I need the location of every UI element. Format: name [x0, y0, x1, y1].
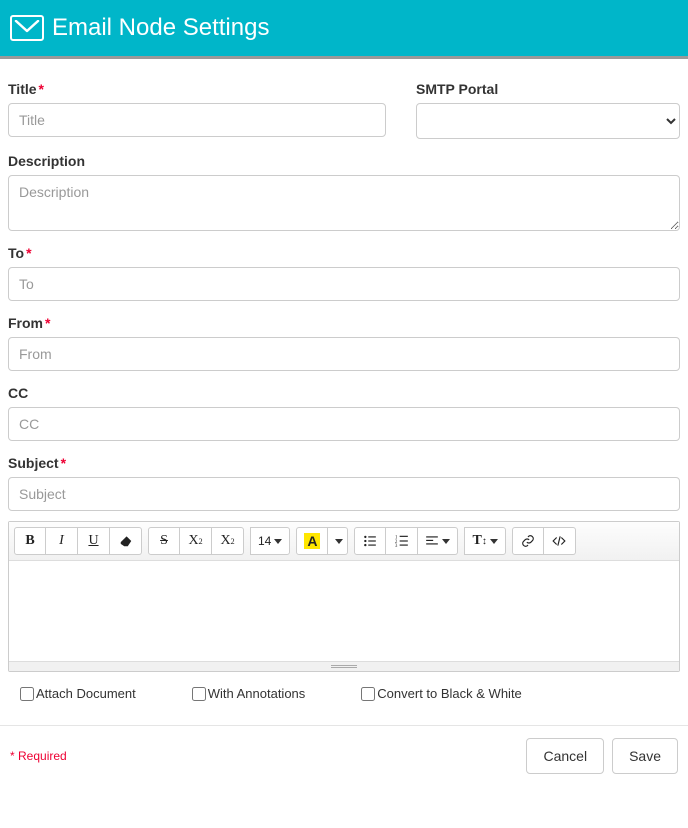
align-dropdown[interactable] [418, 527, 458, 555]
cc-label: CC [8, 385, 680, 401]
chevron-down-icon [274, 539, 282, 544]
dialog-header: Email Node Settings [0, 0, 688, 59]
fontcolor-button[interactable]: A [296, 527, 328, 555]
field-cc: CC [8, 385, 680, 441]
editor-resize-handle[interactable] [9, 661, 679, 671]
dialog-footer: * Required Cancel Save [0, 725, 688, 784]
smtp-select[interactable] [416, 103, 680, 139]
check-convert-bw[interactable]: Convert to Black & White [361, 686, 522, 701]
email-icon [10, 15, 44, 41]
subject-label: Subject* [8, 455, 680, 471]
field-to: To* [8, 245, 680, 301]
link-button[interactable] [512, 527, 544, 555]
attach-document-checkbox[interactable] [20, 687, 34, 701]
description-label: Description [8, 153, 680, 169]
attach-document-label: Attach Document [36, 686, 136, 701]
title-input[interactable] [8, 103, 386, 137]
cancel-button[interactable]: Cancel [526, 738, 604, 774]
field-from: From* [8, 315, 680, 371]
from-label: From* [8, 315, 680, 331]
field-title: Title* [8, 81, 386, 139]
superscript-button[interactable]: X2 [180, 527, 212, 555]
checkbox-row: Attach Document With Annotations Convert… [8, 672, 680, 715]
chevron-down-icon [335, 539, 343, 544]
field-smtp: SMTP Portal [416, 81, 680, 139]
with-annotations-label: With Annotations [208, 686, 306, 701]
subscript-button[interactable]: X2 [212, 527, 244, 555]
numbered-list-button[interactable]: 123 [386, 527, 418, 555]
to-label: To* [8, 245, 680, 261]
save-button[interactable]: Save [612, 738, 678, 774]
required-note: * Required [10, 749, 67, 763]
to-input[interactable] [8, 267, 680, 301]
field-description: Description [8, 153, 680, 231]
align-left-icon [425, 534, 439, 548]
title-label: Title* [8, 81, 386, 97]
bullet-list-button[interactable] [354, 527, 386, 555]
description-input[interactable] [8, 175, 680, 231]
convert-bw-label: Convert to Black & White [377, 686, 522, 701]
subject-input[interactable] [8, 477, 680, 511]
eraser-icon [119, 534, 133, 548]
fontcolor-dropdown[interactable] [328, 527, 348, 555]
codeview-button[interactable] [544, 527, 576, 555]
italic-button[interactable]: I [46, 527, 78, 555]
from-input[interactable] [8, 337, 680, 371]
bullet-list-icon [363, 534, 377, 548]
svg-text:3: 3 [395, 544, 398, 548]
bold-button[interactable]: B [14, 527, 46, 555]
convert-bw-checkbox[interactable] [361, 687, 375, 701]
required-star: * [61, 455, 66, 471]
check-attach-document[interactable]: Attach Document [20, 686, 136, 701]
numbered-list-icon: 123 [395, 534, 409, 548]
smtp-label: SMTP Portal [416, 81, 680, 97]
link-icon [521, 534, 535, 548]
cc-input[interactable] [8, 407, 680, 441]
rich-text-editor: B I U S X2 X2 14 A [8, 521, 680, 672]
check-with-annotations[interactable]: With Annotations [192, 686, 306, 701]
dialog-title: Email Node Settings [52, 14, 269, 42]
required-star: * [26, 245, 31, 261]
editor-body[interactable] [9, 561, 679, 661]
eraser-button[interactable] [110, 527, 142, 555]
fontsize-dropdown[interactable]: 14 [250, 527, 290, 555]
chevron-down-icon [490, 539, 498, 544]
field-subject: Subject* [8, 455, 680, 511]
underline-button[interactable]: U [78, 527, 110, 555]
editor-toolbar: B I U S X2 X2 14 A [9, 522, 679, 561]
code-icon [552, 534, 566, 548]
with-annotations-checkbox[interactable] [192, 687, 206, 701]
required-star: * [39, 81, 44, 97]
strike-button[interactable]: S [148, 527, 180, 555]
required-star: * [45, 315, 50, 331]
lineheight-dropdown[interactable]: T↕ [464, 527, 505, 555]
chevron-down-icon [442, 539, 450, 544]
form-body: Title* SMTP Portal Description To* From*… [0, 59, 688, 725]
